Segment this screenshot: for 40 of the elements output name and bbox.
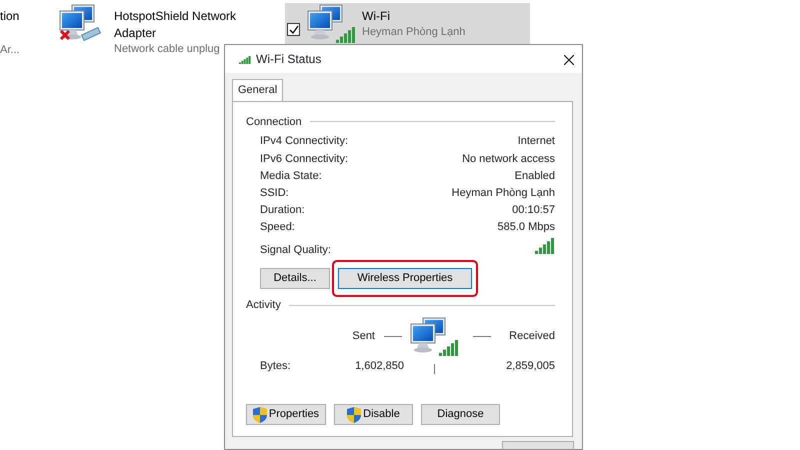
group-heading: Activity [246, 298, 281, 314]
field-value: Enabled [514, 168, 555, 184]
connection-name: Wi-Fi [362, 8, 391, 25]
connection-status: Network cable unplug [114, 42, 221, 57]
connection-item[interactable]: Wi-Fi Heyman Phòng Lạnh [285, 3, 530, 45]
byte-count: 1,602,850 [355, 358, 404, 374]
field-label: Speed: [260, 220, 295, 236]
dialog-button[interactable]: Diagnose [421, 404, 500, 426]
connection-status: Heyman Phòng Lạnh [362, 25, 466, 40]
field-label: IPv4 Connectivity: [260, 134, 348, 150]
field-value: 00:10:57 [512, 203, 555, 218]
field-value: 585.0 Mbps [498, 220, 555, 236]
field-value: Heyman Phòng Lạnh [452, 186, 555, 201]
byte-count: 2,859,005 [506, 358, 555, 374]
dialog-title: Wi-Fi Status [256, 51, 322, 68]
network-computers-icon [408, 316, 458, 358]
field-label: IPv6 Connectivity: [260, 152, 348, 167]
connection-item[interactable]: tion Ar... [0, 3, 50, 58]
field-label: SSID: [260, 186, 289, 201]
connection-name: HotspotShield Network Adapter [114, 8, 238, 42]
field-label: Bytes: [260, 358, 292, 374]
dash-line [384, 336, 402, 338]
dialog-button[interactable]: Details... [260, 268, 330, 290]
checkbox[interactable] [287, 23, 300, 36]
dialog-button[interactable]: Properties [246, 404, 326, 426]
dialog-button[interactable]: Wireless Properties [338, 268, 472, 290]
connection-name: tion [0, 8, 20, 25]
column-label: Received [509, 329, 555, 344]
field-value: Internet [518, 134, 555, 150]
field-value: No network access [462, 152, 555, 167]
field-label: Media State: [260, 168, 322, 184]
connection-status: Ar... [0, 43, 20, 58]
group-heading: Connection [246, 114, 302, 130]
tab[interactable]: General [232, 79, 284, 100]
field-label: Duration: [260, 203, 305, 218]
column-label: Sent [352, 329, 375, 344]
dash-line [473, 336, 491, 338]
signal-bars-icon [535, 238, 555, 254]
dialog-button[interactable]: Disable [334, 404, 413, 426]
field-label: Signal Quality: [260, 242, 331, 258]
